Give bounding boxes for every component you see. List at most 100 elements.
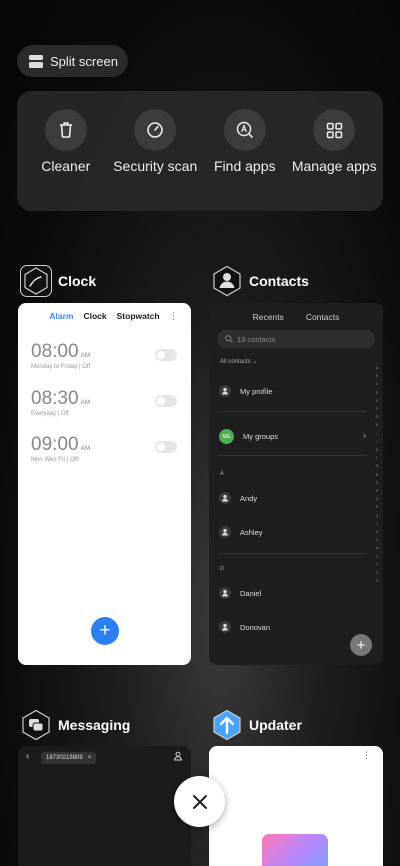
find-apps-button[interactable]: Find apps [201, 109, 289, 211]
alphabet-letter[interactable]: P [374, 487, 380, 495]
contact-row[interactable]: Ashley [219, 526, 263, 538]
tab-contacts[interactable]: Contacts [306, 312, 340, 322]
alphabet-letter[interactable]: G [374, 413, 380, 421]
alarm-item[interactable]: 08:00 AM Monday to Friday | Off [31, 341, 90, 370]
close-icon[interactable]: × [88, 755, 92, 761]
back-arrow-icon[interactable]: ‹ [26, 751, 29, 762]
divider [219, 455, 367, 456]
recipient-number: 18730218809 [46, 755, 83, 761]
alarm-toggle[interactable] [155, 395, 177, 407]
tab-recents[interactable]: Recents [253, 312, 284, 322]
alphabet-letter[interactable]: I [374, 430, 380, 438]
grid-icon [313, 109, 356, 151]
updater-app-card[interactable]: ⋮ [209, 746, 383, 866]
alarm-item[interactable]: 09:00 AM Mon Wed Fri | Off [31, 434, 90, 463]
find-apps-label: Find apps [214, 158, 276, 174]
updater-card-header[interactable]: Updater [211, 709, 302, 741]
split-screen-button[interactable]: Split screen [17, 45, 128, 77]
add-alarm-button[interactable]: + [91, 617, 119, 645]
close-icon [192, 794, 207, 809]
alphabet-letter[interactable]: E [374, 397, 380, 405]
clock-app-card[interactable]: Alarm Clock Stopwatch ⋮ 08:00 AM Monday t… [18, 303, 191, 665]
alarm-desc: Everyday | Off [31, 411, 69, 417]
alphabet-letter[interactable]: X [374, 553, 380, 561]
recipient-chip[interactable]: 18730218809 × [41, 752, 97, 764]
alarm-desc: Mon Wed Fri | Off [31, 457, 79, 463]
alphabet-letter[interactable]: R [374, 503, 380, 511]
alphabet-letter[interactable]: L [374, 454, 380, 462]
contact-row[interactable]: Daniel [219, 587, 261, 599]
alphabet-letter[interactable]: F [374, 405, 380, 413]
alphabet-letter[interactable]: C [374, 380, 380, 388]
alphabet-letter[interactable]: H [374, 421, 380, 429]
contact-name: Andy [240, 493, 258, 503]
alphabet-letter[interactable]: J [374, 438, 380, 446]
alphabet-letter[interactable]: W [374, 544, 380, 552]
cleaner-button[interactable]: Cleaner [22, 109, 110, 211]
section-letter: D [220, 566, 224, 572]
alphabet-letter[interactable]: D [374, 389, 380, 397]
add-contact-icon[interactable] [173, 751, 183, 761]
alphabet-letter[interactable]: Y [374, 561, 380, 569]
contacts-app-card[interactable]: Recents Contacts 13 contacts All contact… [209, 303, 383, 665]
trash-icon [44, 109, 87, 151]
contacts-search-input[interactable]: 13 contacts [217, 330, 375, 348]
clock-card-header[interactable]: Clock [20, 265, 96, 297]
updater-card-title: Updater [249, 717, 302, 733]
chevron-down-icon: ⌄ [252, 359, 258, 365]
alphabet-letter[interactable]: T [374, 520, 380, 528]
messaging-card-header[interactable]: Messaging [20, 709, 130, 741]
alphabet-letter[interactable]: V [374, 536, 380, 544]
all-contacts-dropdown[interactable]: All contacts ⌄ [220, 358, 383, 365]
messaging-card-title: Messaging [58, 717, 131, 733]
contacts-tabs: Recents Contacts [209, 303, 383, 322]
alphabet-letter[interactable]: Q [374, 495, 380, 503]
contact-row[interactable]: Andy [219, 492, 257, 504]
contacts-card-header[interactable]: Contacts [211, 265, 309, 297]
more-options-icon[interactable]: ⋮ [169, 311, 178, 322]
clock-tabs: Alarm Clock Stopwatch [18, 303, 191, 321]
clear-all-button[interactable] [174, 776, 225, 827]
person-icon [219, 621, 231, 633]
alphabet-letter[interactable]: U [374, 528, 380, 536]
alphabet-letter[interactable]: Z [374, 569, 380, 577]
split-screen-label: Split screen [50, 53, 118, 69]
quick-actions-panel: Cleaner Security scan Find apps Manage a… [17, 91, 383, 211]
my-profile-row[interactable]: My profile [219, 385, 273, 397]
chevron-right-icon: › [363, 431, 366, 440]
manage-apps-button[interactable]: Manage apps [290, 109, 378, 211]
tab-alarm[interactable]: Alarm [49, 311, 73, 321]
person-icon [219, 587, 231, 599]
my-groups-row[interactable]: MG My groups [219, 429, 278, 444]
contact-name: Ashley [240, 527, 263, 537]
alarm-item[interactable]: 08:30 AM Everyday | Off [31, 388, 90, 417]
alarm-toggle[interactable] [155, 349, 177, 361]
person-icon [219, 526, 231, 538]
messaging-app-icon [20, 709, 52, 741]
contacts-app-icon [211, 265, 243, 297]
contact-name: Daniel [240, 588, 262, 598]
gauge-icon [134, 109, 177, 151]
alphabet-index[interactable]: A B C D E F G H I J K L M N O P Q R S T U V W X Y Z # [374, 364, 380, 585]
security-scan-label: Security scan [113, 158, 198, 174]
alphabet-letter[interactable]: N [374, 471, 380, 479]
alphabet-letter[interactable]: A [374, 364, 380, 372]
alphabet-letter[interactable]: # [374, 577, 380, 585]
alphabet-letter[interactable]: M [374, 462, 380, 470]
tab-clock[interactable]: Clock [83, 311, 106, 321]
miui-logo-icon [262, 834, 328, 866]
add-contact-button[interactable]: + [350, 634, 372, 656]
alarm-toggle[interactable] [155, 441, 177, 453]
contact-row[interactable]: Donovan [219, 621, 270, 633]
search-placeholder: 13 contacts [237, 334, 276, 344]
person-icon [219, 492, 231, 504]
more-options-icon[interactable]: ⋮ [362, 750, 371, 761]
alphabet-letter[interactable]: O [374, 479, 380, 487]
alphabet-letter[interactable]: B [374, 372, 380, 380]
alphabet-letter[interactable]: K [374, 446, 380, 454]
alarm-time: 09:00 [31, 434, 79, 455]
tab-stopwatch[interactable]: Stopwatch [117, 311, 160, 321]
alphabet-letter[interactable]: S [374, 512, 380, 520]
messaging-app-card[interactable]: ‹ 18730218809 × [18, 746, 191, 866]
security-scan-button[interactable]: Security scan [111, 109, 199, 211]
